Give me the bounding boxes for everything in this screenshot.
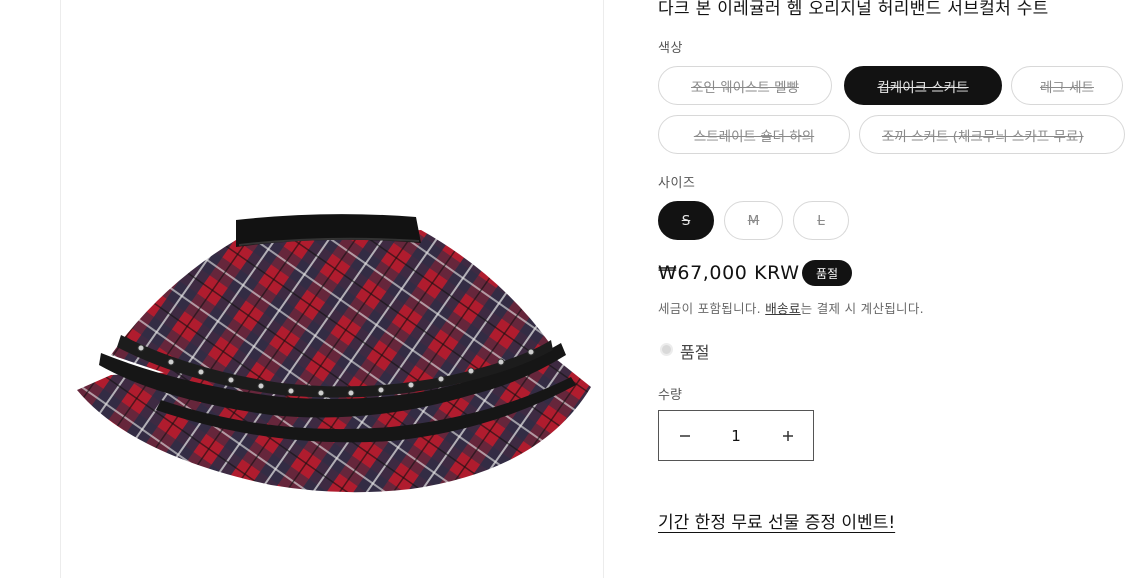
size-choice-m[interactable]: M — [724, 201, 783, 240]
product-media-panel — [60, 0, 604, 578]
quantity-stepper — [658, 410, 814, 461]
color-choice-leg-set[interactable]: 레그 세트 — [1011, 66, 1123, 105]
product-price: ₩67,000 KRW — [658, 262, 800, 284]
tax-shipping-note: 세금이 포함됩니다. 배송료는 결제 시 계산됩니다. — [658, 298, 924, 317]
tax-note-suffix: 는 결제 시 계산됩니다. — [800, 301, 924, 316]
size-option-label: 사이즈 — [658, 176, 696, 191]
shipping-fee-link[interactable]: 배송료 — [765, 301, 800, 316]
product-info-panel: 다크 본 이레귤러 헴 오리지널 허리밴드 서브컬처 수트 색상 조인 웨이스트… — [658, 0, 1125, 578]
quantity-decrease-button[interactable] — [659, 411, 710, 460]
size-choice-s[interactable]: S — [658, 201, 714, 240]
minus-icon — [679, 434, 690, 437]
sold-out-badge: 품절 — [802, 260, 853, 286]
stock-status-dot-icon — [660, 343, 673, 356]
color-choice-vest-skirt[interactable]: 조끼 스커트 (체크무늬 스카프 무료) — [859, 115, 1125, 154]
quantity-label: 수량 — [658, 388, 682, 403]
product-image-skirt[interactable] — [71, 205, 596, 505]
tax-note-prefix: 세금이 포함됩니다. — [658, 301, 766, 316]
color-choice-cupcake-skirt[interactable]: 컵케이크 스커트 — [844, 66, 1002, 105]
product-title: 다크 본 이레귤러 헴 오리지널 허리밴드 서브컬처 수트 — [658, 0, 1049, 19]
plus-icon — [782, 430, 793, 441]
size-choice-l[interactable]: L — [793, 201, 849, 240]
free-gift-event-link[interactable]: 기간 한정 무료 선물 증정 이벤트! — [658, 508, 895, 533]
quantity-input[interactable] — [710, 426, 762, 445]
color-option-label: 색상 — [658, 41, 683, 56]
quantity-increase-button[interactable] — [762, 411, 813, 460]
stock-status-text: 품절 — [680, 343, 710, 362]
color-choice-straight-shoulder-bottom[interactable]: 스트레이트 숄더 하의 — [658, 115, 850, 154]
color-choice-join-waist-suspenders[interactable]: 조인 웨이스트 멜빵 — [658, 66, 832, 105]
